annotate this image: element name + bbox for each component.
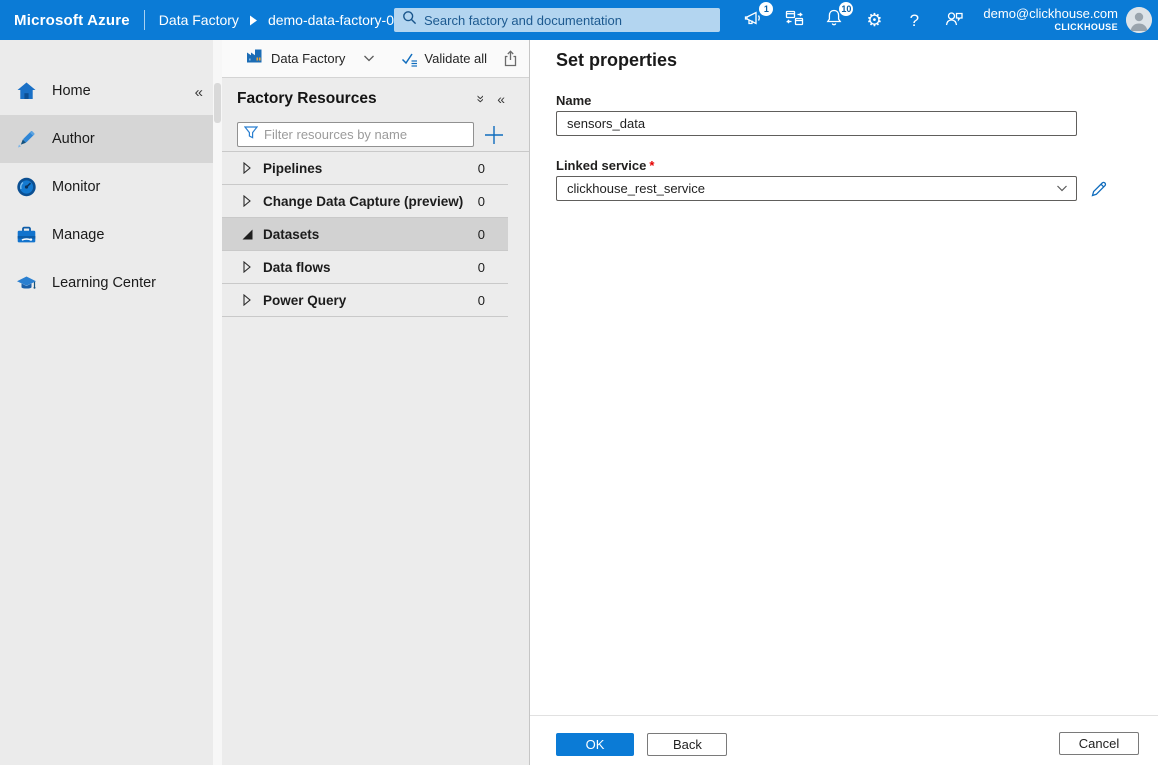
linked-service-label: Linked service* [556,158,1132,173]
tree-item-count: 0 [478,194,485,209]
notifications-badge: 10 [839,2,853,16]
collapse-panel-icon[interactable]: « [497,91,505,107]
announcements-badge: 1 [759,2,773,16]
tree-item-label: Data flows [263,260,478,275]
tree-item-label: Power Query [263,293,478,308]
tree-item-count: 0 [478,227,485,242]
search-placeholder: Search factory and documentation [424,13,622,28]
ok-button[interactable]: OK [556,733,634,756]
edit-linked-service-button[interactable] [1090,180,1108,198]
breadcrumb-data-factory[interactable]: Data Factory [159,12,239,28]
gauge-monitor-icon [13,176,39,198]
announcements-button[interactable]: 1 [739,5,769,35]
sidebar-scrollbar-track[interactable] [213,40,222,765]
add-resource-button[interactable] [483,124,505,146]
sidebar-item-monitor[interactable]: Monitor [0,163,213,211]
sidebar-item-author[interactable]: Author [0,115,213,163]
filter-resources-input[interactable] [264,127,454,142]
sidebar-item-label: Manage [52,227,104,243]
caret-collapsed-icon[interactable] [241,162,253,174]
gear-icon: ⚙ [866,11,882,29]
settings-button[interactable]: ⚙ [859,5,889,35]
sidebar-item-label: Home [52,83,91,99]
switch-windows-icon [785,9,804,32]
filter-row [237,122,529,147]
pencil-author-icon [13,128,39,150]
global-search-input[interactable]: Search factory and documentation [394,8,720,32]
caret-collapsed-icon[interactable] [241,195,253,207]
top-bar: Microsoft Azure Data Factory demo-data-f… [0,0,1158,40]
sidebar-item-label: Monitor [52,179,100,195]
tree-item-power-query[interactable]: Power Query 0 [222,284,508,317]
required-marker: * [649,158,654,173]
filter-resources-field[interactable] [237,122,474,147]
factory-resources-header: Factory Resources « « [237,90,505,108]
factory-switcher-button[interactable] [779,5,809,35]
data-factory-icon [246,48,263,69]
home-icon [13,80,39,102]
user-org: CLICKHOUSE [983,22,1118,32]
tree-item-label: Change Data Capture (preview) [263,194,478,209]
left-nav-sidebar: « Home Autho [0,40,213,765]
linked-service-label-text: Linked service [556,158,646,173]
factory-menu-chevron-icon[interactable] [363,54,375,63]
caret-collapsed-icon[interactable] [241,294,253,306]
factory-resources-title: Factory Resources [237,90,475,108]
tree-item-count: 0 [478,293,485,308]
feedback-button[interactable] [939,5,969,35]
sidebar-nav: Home Author [0,40,213,307]
tree-item-count: 0 [478,260,485,275]
tree-item-label: Pipelines [263,161,478,176]
breadcrumb-caret-icon [249,15,258,26]
linked-service-dropdown[interactable]: clickhouse_rest_service [556,176,1077,201]
toolbox-manage-icon [13,224,39,246]
user-info[interactable]: demo@clickhouse.com CLICKHOUSE [983,7,1118,32]
factory-menu-label[interactable]: Data Factory [271,51,345,66]
cancel-button[interactable]: Cancel [1059,732,1139,755]
sidebar-item-learning-center[interactable]: Learning Center [0,259,213,307]
dialog-footer: OK Back Cancel [530,715,1158,765]
funnel-filter-icon [244,126,258,144]
sidebar-item-home[interactable]: Home [0,67,213,115]
tree-item-pipelines[interactable]: Pipelines 0 [222,152,508,185]
help-button[interactable]: ? [899,5,929,35]
tree-item-data-flows[interactable]: Data flows 0 [222,251,508,284]
set-properties-panel: Set properties Name Linked service* clic… [530,40,1158,765]
sidebar-item-label: Author [52,131,95,147]
sidebar-item-label: Learning Center [52,275,156,291]
avatar[interactable] [1126,7,1152,33]
export-share-icon[interactable] [503,50,518,67]
tree-item-change-data-capture[interactable]: Change Data Capture (preview) 0 [222,185,508,218]
sidebar-collapse-button[interactable]: « [191,84,207,101]
tree-item-count: 0 [478,161,485,176]
validate-all-button[interactable]: Validate all [401,51,487,67]
resource-tree: Pipelines 0 Change Data Capture (preview… [222,151,529,317]
graduation-cap-icon [13,272,39,294]
notifications-button[interactable]: 10 [819,5,849,35]
sidebar-scrollbar-thumb[interactable] [214,83,221,123]
search-icon [402,10,417,30]
topbar-right-cluster: 1 10 ⚙ ? [729,0,1156,40]
caret-expanded-icon[interactable] [241,229,253,240]
factory-resources-panel: Data Factory Validate all Factory Resou [222,40,530,765]
person-feedback-icon [944,9,964,32]
expand-all-icon[interactable]: « [471,95,487,103]
set-properties-title: Set properties [556,50,1132,71]
chevron-down-icon [1056,180,1068,198]
breadcrumb-factory-name[interactable]: demo-data-factory-00 [268,12,396,28]
help-icon: ? [910,12,919,29]
sidebar-item-manage[interactable]: Manage [0,211,213,259]
user-email: demo@clickhouse.com [983,7,1118,22]
caret-collapsed-icon[interactable] [241,261,253,273]
tree-item-datasets[interactable]: Datasets 0 [222,218,508,251]
back-button[interactable]: Back [647,733,727,756]
linked-service-value: clickhouse_rest_service [567,181,1056,196]
name-input[interactable] [556,111,1077,136]
factory-toolbar: Data Factory Validate all [222,40,529,78]
topbar-divider [144,10,145,30]
name-field-label: Name [556,93,1132,108]
azure-brand[interactable]: Microsoft Azure [0,12,130,29]
validate-all-label: Validate all [424,51,487,66]
tree-item-label: Datasets [263,227,478,242]
